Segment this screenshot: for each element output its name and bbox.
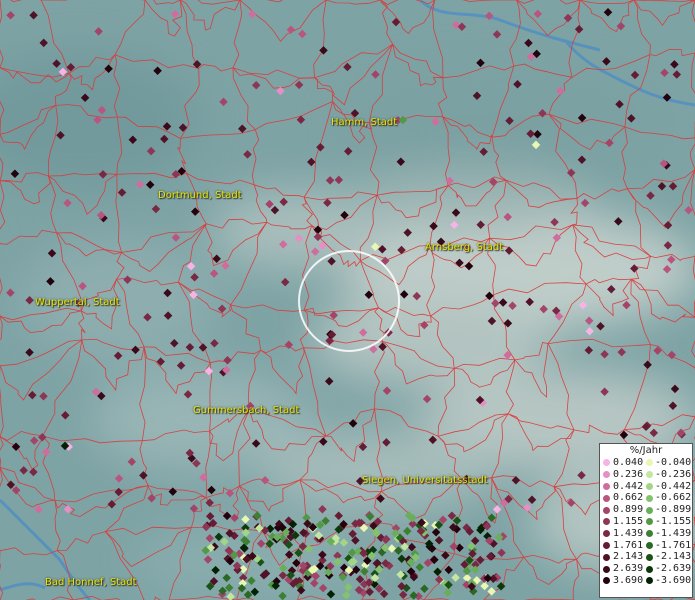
city-label-dortmund: Dortmund, Stadt — [158, 190, 242, 201]
legend-swatch-positive — [603, 494, 610, 502]
legend-swatch-negative — [646, 530, 653, 538]
city-label-gummersbach: Gummersbach, Stadt — [193, 405, 300, 416]
legend-swatch-negative — [646, 494, 653, 502]
city-label-wuppertal: Wuppertal, Stadt — [35, 297, 120, 308]
legend-row: 0.040 -0.040 — [600, 457, 692, 469]
legend-value-negative: -2.143 — [655, 551, 692, 563]
legend-swatch-negative — [646, 518, 653, 526]
legend-row: 0.899 -0.899 — [600, 504, 692, 516]
legend-title: %/Jahr — [629, 445, 663, 456]
legend-row: 0.236 -0.236 — [600, 469, 692, 481]
legend-swatch-positive — [603, 482, 610, 490]
legend-value-positive: 1.439 — [613, 527, 644, 539]
legend-value-negative: -0.236 — [655, 468, 692, 480]
map-legend: %/Jahr 0.040 -0.040 0.236 -0.236 0.442 -0.442… — [599, 443, 693, 598]
legend-swatch-positive — [603, 565, 610, 573]
legend-value-negative: -0.662 — [655, 492, 692, 504]
selection-circle[interactable] — [298, 250, 400, 352]
legend-value-positive: 2.143 — [613, 551, 644, 563]
city-label-arnsberg: Arnsberg, Stadt — [425, 242, 504, 253]
legend-swatch-negative — [646, 565, 653, 573]
city-label-siegen: Siegen, Universitätsstadt — [362, 475, 488, 486]
legend-row: 1.439 -1.439 — [600, 528, 692, 540]
legend-swatch-negative — [646, 471, 653, 479]
legend-value-positive: 3.690 — [613, 574, 644, 586]
legend-value-negative: -1.439 — [655, 527, 692, 539]
legend-value-positive: 0.662 — [613, 492, 644, 504]
legend-value-negative: -2.639 — [655, 563, 692, 575]
legend-value-positive: 0.899 — [613, 504, 644, 516]
legend-value-negative: -0.442 — [655, 480, 692, 492]
legend-swatch-positive — [603, 553, 610, 561]
legend-swatch-positive — [603, 518, 610, 526]
legend-swatch-positive — [603, 541, 610, 549]
legend-row: 0.442 -0.442 — [600, 481, 692, 493]
legend-value-positive: 1.155 — [613, 515, 644, 527]
legend-rows: 0.040 -0.040 0.236 -0.236 0.442 -0.442 0.662 -0… — [600, 457, 692, 587]
legend-row: 1.761 -1.761 — [600, 540, 692, 552]
legend-value-negative: -1.761 — [655, 539, 692, 551]
legend-swatch-positive — [603, 530, 610, 538]
legend-swatch-positive — [603, 459, 610, 467]
legend-swatch-negative — [646, 553, 653, 561]
legend-swatch-negative — [646, 577, 653, 585]
legend-row: 3.690 -3.690 — [600, 575, 692, 587]
legend-row: 0.662 -0.662 — [600, 492, 692, 504]
legend-row: 2.639 -2.639 — [600, 563, 692, 575]
legend-value-negative: -0.040 — [655, 457, 692, 468]
legend-swatch-negative — [646, 541, 653, 549]
legend-value-negative: -3.690 — [655, 574, 692, 586]
legend-swatch-positive — [603, 577, 610, 585]
legend-value-negative: -0.899 — [655, 504, 692, 516]
legend-swatch-positive — [603, 506, 610, 514]
legend-row: 1.155 -1.155 — [600, 516, 692, 528]
legend-swatch-positive — [603, 471, 610, 479]
legend-value-positive: 0.442 — [613, 480, 644, 492]
legend-value-positive: 2.639 — [613, 563, 644, 575]
legend-value-positive: 0.040 — [613, 457, 644, 468]
legend-value-positive: 0.236 — [613, 468, 644, 480]
city-label-hamm: Hamm, Stadt — [331, 117, 398, 128]
legend-swatch-negative — [646, 506, 653, 514]
legend-swatch-negative — [646, 482, 653, 490]
legend-row: 2.143 -2.143 — [600, 551, 692, 563]
legend-value-negative: -1.155 — [655, 515, 692, 527]
city-label-bad-honnef: Bad Honnef, Stadt — [45, 577, 137, 588]
map-canvas[interactable]: Hamm, Stadt Dortmund, Stadt Arnsberg, St… — [0, 0, 695, 600]
legend-swatch-negative — [646, 459, 653, 467]
legend-value-positive: 1.761 — [613, 539, 644, 551]
